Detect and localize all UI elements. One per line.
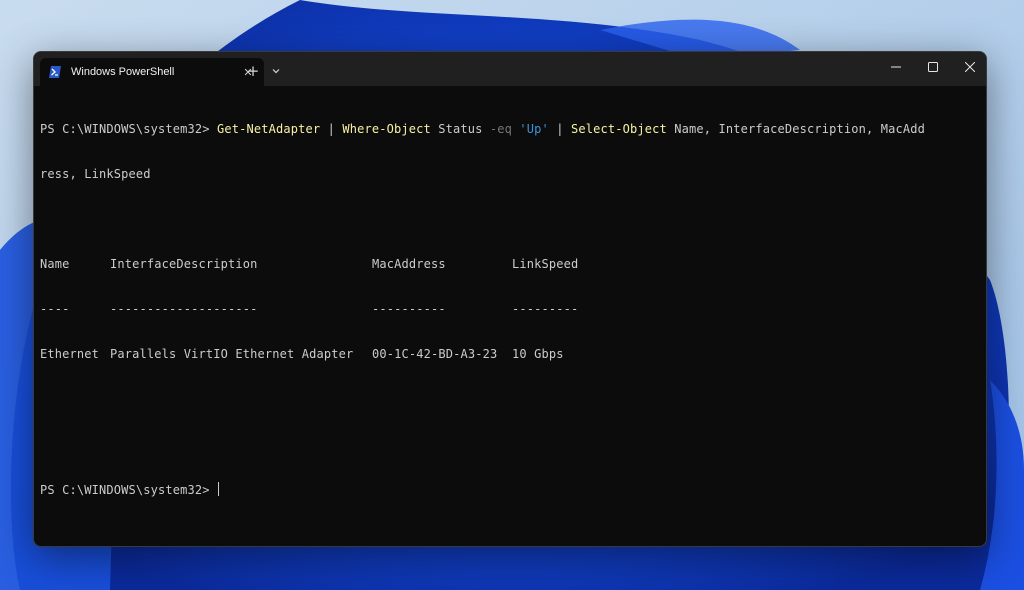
- minimize-icon[interactable]: [877, 52, 914, 82]
- terminal-output[interactable]: PS C:\WINDOWS\system32> Get-NetAdapter |…: [40, 92, 980, 542]
- header-name: Name: [40, 257, 70, 271]
- underline-mac-address: ----------: [372, 302, 446, 316]
- cell-interface-description: Parallels VirtIO Ethernet Adapter: [110, 347, 354, 361]
- prompt: PS C:\WINDOWS\system32>: [40, 122, 210, 136]
- powershell-window: Windows PowerShell ✕ + PS C:\WINDOWS\sys…: [33, 51, 987, 547]
- table-header: Name InterfaceDescription MacAddress LinkSp…: [40, 257, 980, 272]
- header-link-speed: LinkSpeed: [512, 257, 579, 271]
- underline-name: ----: [40, 302, 70, 316]
- cmdlet-where-object: Where-Object: [342, 122, 431, 136]
- table-row: Ethernet Parallels VirtIO Ethernet Adapte…: [40, 347, 980, 362]
- command-line-wrap: ress, LinkSpeed: [40, 167, 151, 181]
- pipe-operator: |: [556, 122, 564, 136]
- text-cursor: [217, 482, 219, 496]
- pipe-operator: |: [327, 122, 335, 136]
- cell-mac-address: 00-1C-42-BD-A3-23: [372, 347, 498, 361]
- tab-title: Windows PowerShell: [71, 66, 175, 78]
- parameter-status: Status: [438, 122, 483, 136]
- cmdlet-select-object: Select-Object: [571, 122, 667, 136]
- underline-interface-description: --------------------: [110, 302, 258, 316]
- prompt: PS C:\WINDOWS\system32>: [40, 483, 210, 497]
- cell-name: Ethernet: [40, 347, 99, 361]
- underline-link-speed: ---------: [512, 302, 579, 316]
- tab-windows-powershell[interactable]: Windows PowerShell ✕: [40, 58, 264, 86]
- powershell-icon: [48, 65, 62, 79]
- cmdlet-get-netadapter: Get-NetAdapter: [217, 122, 321, 136]
- maximize-icon[interactable]: [914, 52, 951, 82]
- command-line: PS C:\WINDOWS\system32> Get-NetAdapter |…: [40, 122, 980, 137]
- title-bar[interactable]: Windows PowerShell ✕ +: [34, 52, 986, 86]
- new-tab-button[interactable]: +: [244, 62, 262, 80]
- chevron-down-icon[interactable]: [268, 62, 284, 80]
- select-arguments: Name, InterfaceDescription, MacAdd: [674, 122, 925, 136]
- cell-link-speed: 10 Gbps: [512, 347, 564, 361]
- string-up: 'Up': [519, 122, 549, 136]
- header-interface-description: InterfaceDescription: [110, 257, 258, 271]
- header-mac-address: MacAddress: [372, 257, 446, 271]
- prompt-line: PS C:\WINDOWS\system32>: [40, 482, 980, 497]
- close-icon[interactable]: [951, 52, 986, 82]
- table-underline: ---- -------------------- ---------- ------…: [40, 302, 980, 317]
- operator-eq: -eq: [489, 122, 512, 136]
